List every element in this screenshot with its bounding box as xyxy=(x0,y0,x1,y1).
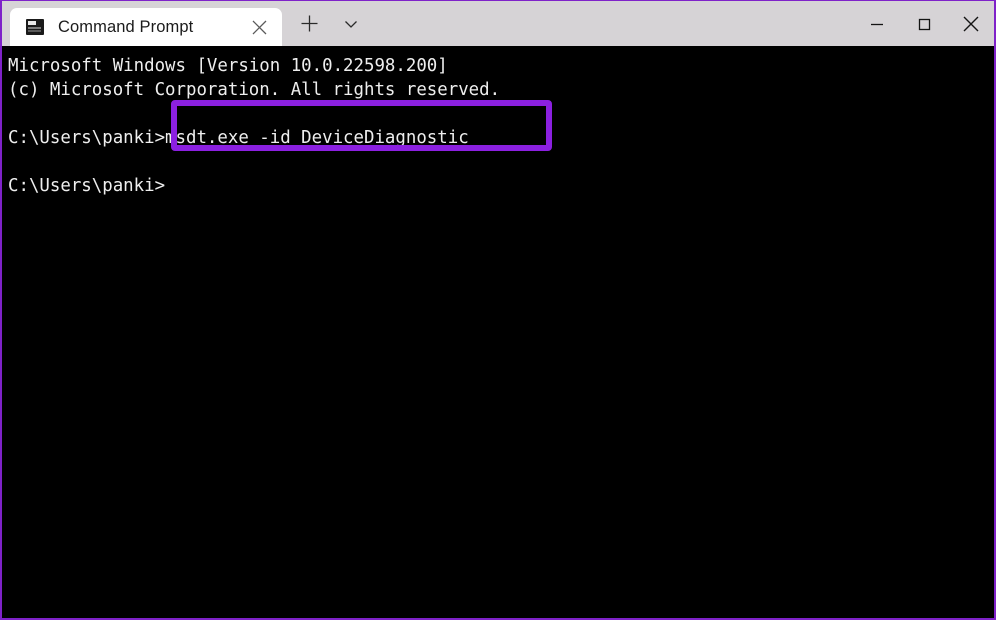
terminal-line-blank-2 xyxy=(8,150,994,174)
tab-close-icon[interactable] xyxy=(244,12,274,42)
terminal-line-copyright: (c) Microsoft Corporation. All rights re… xyxy=(8,80,501,100)
terminal-line-version: Microsoft Windows [Version 10.0.22598.20… xyxy=(8,56,448,76)
window-controls xyxy=(853,1,994,46)
close-button[interactable] xyxy=(947,1,994,46)
tab-command-prompt[interactable]: Command Prompt xyxy=(10,8,282,46)
console-icon xyxy=(26,19,44,35)
terminal-output-area[interactable]: Microsoft Windows [Version 10.0.22598.20… xyxy=(2,46,994,618)
tab-strip: Command Prompt xyxy=(2,1,282,46)
terminal-command-line: C:\Users\panki>msdt.exe -id DeviceDiagno… xyxy=(8,128,469,148)
tab-actions xyxy=(282,1,372,46)
chevron-down-icon[interactable] xyxy=(330,4,372,44)
minimize-button[interactable] xyxy=(853,1,900,46)
terminal-prompt-line: C:\Users\panki> xyxy=(8,176,166,196)
maximize-button[interactable] xyxy=(900,1,947,46)
tab-title: Command Prompt xyxy=(58,17,194,36)
terminal-window: Command Prompt Microsoft Windows [Versio… xyxy=(0,0,996,620)
new-tab-icon[interactable] xyxy=(288,4,330,44)
title-bar: Command Prompt xyxy=(2,1,994,46)
